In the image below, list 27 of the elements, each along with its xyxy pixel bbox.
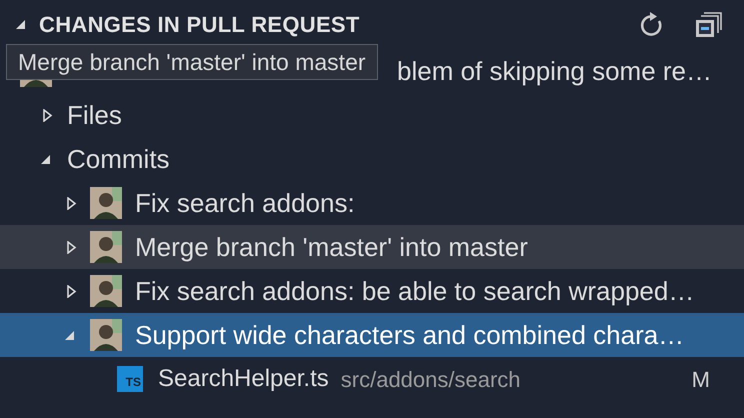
collapsed-triangle-icon[interactable] (66, 240, 77, 254)
tree-row[interactable]: Merge branch 'master' into master (0, 225, 744, 269)
collapsed-triangle-icon[interactable] (42, 108, 53, 122)
tree-row[interactable]: Support wide characters and combined chara… (0, 313, 744, 357)
tree-item-label: Fix search addons: be able to search wrapped… (135, 274, 694, 308)
avatar-icon (90, 319, 122, 351)
expanded-triangle-icon[interactable] (64, 330, 75, 340)
collapse-triangle-icon[interactable] (14, 18, 27, 31)
expanded-triangle-icon[interactable] (40, 154, 51, 164)
tooltip: Merge branch 'master' into master (6, 44, 378, 80)
avatar-icon (90, 187, 122, 219)
file-status: M (692, 366, 710, 394)
tree-item-label: SearchHelper.ts (158, 364, 329, 394)
avatar-icon (90, 275, 122, 307)
collapse-all-icon[interactable] (695, 12, 722, 38)
tree-item-label: Support wide characters and combined chara… (135, 318, 684, 352)
file-path: src/addons/search (340, 366, 521, 394)
tree-item-label: Files (67, 98, 122, 132)
typescript-file-icon: TS (117, 366, 143, 392)
tree-item-label: Fix search addons: (135, 186, 355, 220)
tree-item-label: Merge branch 'master' into master (135, 230, 528, 264)
tree-item-label: blem of skipping some re… (397, 54, 712, 88)
panel-title: CHANGES IN PULL REQUEST (39, 11, 360, 39)
tree-item-label: Commits (67, 142, 170, 176)
collapsed-triangle-icon[interactable] (66, 284, 77, 298)
avatar-icon (90, 231, 122, 263)
collapsed-triangle-icon[interactable] (66, 196, 77, 210)
